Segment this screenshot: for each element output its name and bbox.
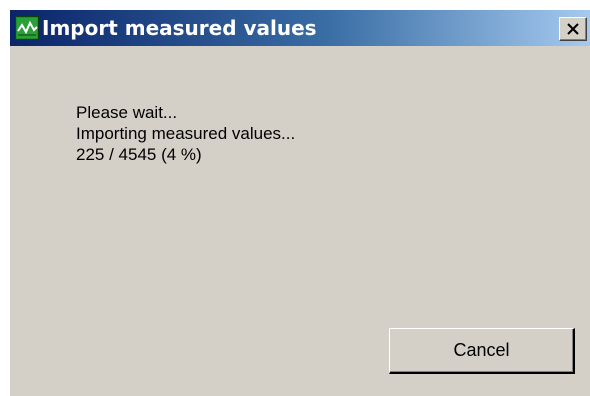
importing-text: Importing measured values... xyxy=(76,124,296,143)
cancel-button[interactable]: Cancel xyxy=(389,328,575,374)
close-button[interactable] xyxy=(559,17,587,41)
wait-text: Please wait... xyxy=(76,103,178,122)
title-bar[interactable]: Import measured values xyxy=(10,10,590,46)
app-chart-icon xyxy=(15,16,39,40)
progress-text: 225 / 4545 (4 %) xyxy=(76,145,202,164)
close-icon xyxy=(567,23,579,35)
status-message: Please wait... Importing measured values… xyxy=(76,102,295,165)
import-dialog: Import measured values Please wait... Im… xyxy=(9,9,590,396)
dialog-title: Import measured values xyxy=(42,16,317,40)
